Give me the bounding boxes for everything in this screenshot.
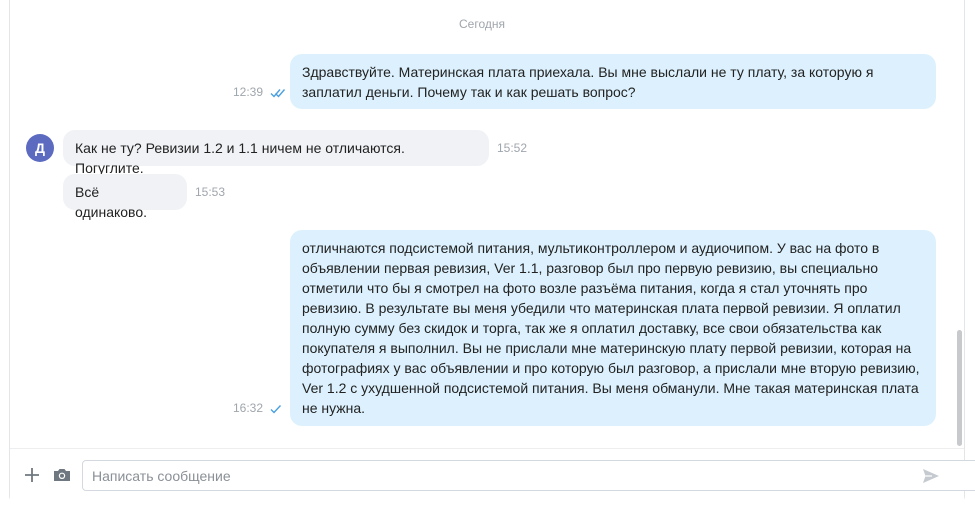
chat-window: Сегодня 12:39 Здравствуйте. Материнская … — [9, 0, 975, 502]
date-separator: Сегодня — [459, 17, 505, 31]
double-check-icon — [270, 89, 286, 98]
message-time: 15:53 — [195, 185, 226, 199]
message-bubble-outgoing[interactable]: отличнаются подсистемой питания, мультик… — [290, 230, 936, 426]
message-composer — [10, 448, 975, 502]
message-time: 15:52 — [497, 141, 528, 155]
message-time: 16:32 — [233, 401, 264, 415]
check-icon — [270, 405, 282, 414]
message-bubble-outgoing[interactable]: Здравствуйте. Материнская плата приехала… — [290, 54, 936, 109]
message-bubble-incoming[interactable]: Всё одинаково. — [63, 174, 187, 220]
scrollbar-thumb[interactable] — [957, 330, 962, 446]
camera-icon[interactable] — [52, 465, 72, 485]
send-icon[interactable] — [922, 467, 940, 485]
message-time: 12:39 — [233, 85, 264, 99]
message-input[interactable] — [82, 460, 975, 491]
message-bubble-incoming[interactable]: Как не ту? Ревизии 1.2 и 1.1 ничем не от… — [63, 130, 489, 176]
message-history[interactable]: Сегодня 12:39 Здравствуйте. Материнская … — [10, 0, 964, 448]
plus-icon[interactable] — [22, 465, 42, 485]
avatar[interactable]: Д — [26, 134, 54, 162]
